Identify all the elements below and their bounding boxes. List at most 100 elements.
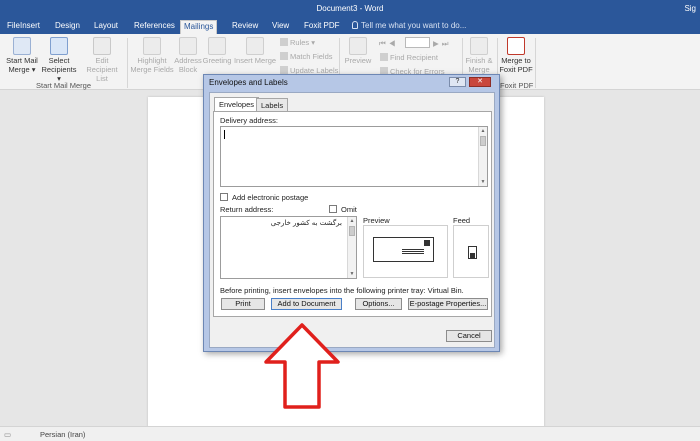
group-foxit-label: Foxit PDF bbox=[500, 81, 534, 90]
insert-field-icon bbox=[246, 37, 264, 55]
feed-preview[interactable] bbox=[453, 225, 489, 278]
tab-design[interactable]: Design bbox=[52, 20, 83, 34]
tab-references[interactable]: References bbox=[131, 20, 178, 34]
edit-recipient-list-button[interactable]: Edit Recipient List bbox=[80, 37, 124, 83]
delivery-scrollbar[interactable]: ▲ ▼ bbox=[478, 127, 487, 186]
tab-insert[interactable]: Insert bbox=[17, 20, 43, 34]
scroll-down-icon[interactable]: ▼ bbox=[480, 179, 486, 185]
foxit-pdf-icon bbox=[507, 37, 525, 55]
tell-me-text: Tell me what you want to do... bbox=[361, 21, 467, 30]
window-title: Document3 - Word bbox=[316, 4, 384, 13]
annotation-arrow-icon bbox=[264, 323, 340, 409]
record-navigation[interactable]: ⏮◀ bbox=[379, 39, 398, 49]
merge-to-foxit-button[interactable]: Merge to Foxit PDF bbox=[499, 37, 533, 74]
tab-mailings[interactable]: Mailings bbox=[180, 20, 218, 34]
merge-to-foxit-label: Merge to Foxit PDF bbox=[499, 56, 533, 74]
scroll-down-icon[interactable]: ▼ bbox=[349, 271, 355, 277]
ribbon-separator bbox=[535, 38, 536, 88]
envelope-icon bbox=[373, 237, 434, 262]
feed-tray-icon bbox=[468, 246, 477, 259]
record-number-input[interactable] bbox=[405, 37, 430, 48]
title-bar: Document3 - Word Sig bbox=[0, 0, 700, 18]
preview-label: Preview bbox=[363, 216, 390, 225]
preview-label: Preview bbox=[344, 56, 372, 65]
help-button[interactable]: ? bbox=[449, 77, 466, 87]
rules-icon bbox=[280, 38, 288, 46]
finish-icon bbox=[470, 37, 488, 55]
greeting-line-button[interactable]: Greeting bbox=[202, 37, 232, 65]
ribbon-tabs: File Insert Design Layout References Mai… bbox=[0, 18, 700, 34]
scroll-thumb[interactable] bbox=[480, 136, 486, 146]
rules-label: Rules ▾ bbox=[290, 38, 316, 47]
insert-merge-label: Insert Merge bbox=[233, 56, 277, 65]
tab-view[interactable]: View bbox=[269, 20, 292, 34]
address-block-label: Address Block bbox=[174, 56, 202, 74]
insert-merge-field-button[interactable]: Insert Merge bbox=[232, 37, 278, 65]
sign-in-link[interactable]: Sig bbox=[684, 4, 696, 13]
scroll-up-icon[interactable]: ▲ bbox=[349, 218, 355, 224]
address-block-icon bbox=[179, 37, 197, 55]
cancel-button[interactable]: Cancel bbox=[446, 330, 492, 342]
tab-envelopes[interactable]: Envelopes bbox=[214, 97, 260, 111]
options-button[interactable]: Options... bbox=[355, 298, 402, 310]
language-indicator[interactable]: Persian (Iran) bbox=[40, 430, 85, 439]
omit-label: Omit bbox=[341, 205, 357, 214]
find-recipient-label: Find Recipient bbox=[390, 53, 438, 62]
select-recipients-button[interactable]: Select Recipients ▾ bbox=[40, 37, 78, 83]
address-block-button[interactable]: Address Block bbox=[174, 37, 202, 74]
finish-merge-button[interactable]: Finish & Merge bbox=[464, 37, 494, 74]
envelopes-panel: Delivery address: ▲ ▼ Add electronic pos… bbox=[213, 111, 492, 317]
match-fields-label: Match Fields bbox=[290, 52, 333, 61]
update-labels-icon bbox=[280, 66, 288, 74]
scroll-thumb[interactable] bbox=[349, 226, 355, 236]
add-to-document-button[interactable]: Add to Document bbox=[271, 298, 342, 310]
start-mail-merge-button[interactable]: Start Mail Merge ▾ bbox=[6, 37, 38, 74]
mail-merge-icon bbox=[13, 37, 31, 55]
dialog-body: Envelopes Labels Delivery address: ▲ ▼ A… bbox=[209, 92, 495, 348]
print-button[interactable]: Print bbox=[221, 298, 265, 310]
return-address-input[interactable]: برگشت به کشور خارجی ▲ ▼ bbox=[220, 216, 357, 279]
edit-recipient-list-label: Edit Recipient List bbox=[86, 56, 118, 83]
delivery-address-label: Delivery address: bbox=[220, 116, 278, 125]
greeting-label: Greeting bbox=[202, 56, 232, 65]
tell-me-box[interactable]: Tell me what you want to do... bbox=[352, 21, 466, 30]
tab-labels[interactable]: Labels bbox=[256, 98, 289, 111]
printer-note: Before printing, insert envelopes into t… bbox=[220, 286, 464, 295]
epostage-properties-button[interactable]: E-postage Properties... bbox=[408, 298, 488, 310]
find-recipient-button[interactable]: Find Recipient bbox=[380, 53, 438, 62]
select-recipients-label: Select Recipients ▾ bbox=[41, 56, 77, 83]
highlight-merge-fields-button[interactable]: Highlight Merge Fields bbox=[130, 37, 174, 74]
preview-icon bbox=[349, 37, 367, 55]
scroll-up-icon[interactable]: ▲ bbox=[480, 128, 486, 134]
close-button[interactable]: ✕ bbox=[469, 77, 491, 87]
feed-label: Feed bbox=[453, 216, 471, 225]
delivery-address-input[interactable]: ▲ ▼ bbox=[220, 126, 488, 187]
text-caret bbox=[224, 130, 225, 139]
page-indicator-icon: ▭ bbox=[4, 430, 12, 439]
find-icon bbox=[380, 53, 388, 61]
group-start-mail-merge-label: Start Mail Merge bbox=[36, 81, 92, 90]
dialog-title: Envelopes and Labels bbox=[209, 78, 288, 87]
match-fields-button[interactable]: Match Fields bbox=[280, 52, 333, 61]
address-lines bbox=[402, 249, 424, 250]
record-navigation-next[interactable]: ▶⏭ bbox=[433, 39, 452, 49]
highlight-icon bbox=[143, 37, 161, 55]
return-scrollbar[interactable]: ▲ ▼ bbox=[347, 217, 356, 278]
return-address-text: برگشت به کشور خارجی bbox=[270, 219, 342, 227]
stamp-icon bbox=[424, 240, 430, 246]
add-epostage-checkbox[interactable] bbox=[220, 193, 228, 201]
tab-review[interactable]: Review bbox=[229, 20, 261, 34]
rules-button[interactable]: Rules ▾ bbox=[280, 38, 315, 47]
start-mail-merge-label: Start Mail Merge ▾ bbox=[6, 56, 38, 74]
highlight-merge-fields-label: Highlight Merge Fields bbox=[130, 56, 174, 74]
match-fields-icon bbox=[280, 52, 288, 60]
tab-layout[interactable]: Layout bbox=[91, 20, 121, 34]
edit-list-icon bbox=[93, 37, 111, 55]
omit-checkbox[interactable] bbox=[329, 205, 337, 213]
lightbulb-icon bbox=[352, 21, 358, 29]
tab-foxit-pdf[interactable]: Foxit PDF bbox=[301, 20, 343, 34]
finish-merge-label: Finish & Merge bbox=[465, 56, 493, 74]
preview-results-button[interactable]: Preview bbox=[343, 37, 373, 65]
add-epostage-label: Add electronic postage bbox=[232, 193, 309, 202]
envelope-preview[interactable] bbox=[363, 225, 448, 278]
